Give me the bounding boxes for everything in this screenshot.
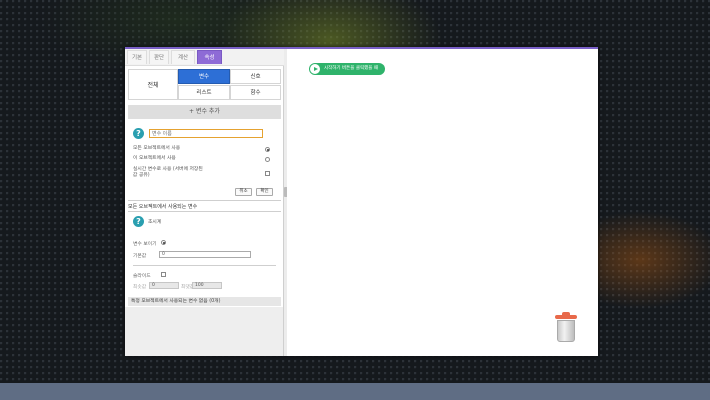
cloud-option-label: 실시간 변수로 사용 (서버에 저장된 값 공유) — [133, 167, 203, 178]
slider-label: 슬라이드 — [133, 274, 151, 279]
scope-this-label: 이 오브젝트에서 사용 — [133, 156, 176, 161]
trash-lid — [555, 315, 577, 319]
category-all[interactable]: 전체 — [128, 69, 178, 100]
tab-bar: 기본 판단 계산 속성 — [125, 49, 284, 66]
trash-can-icon[interactable] — [553, 311, 579, 343]
taskbar — [0, 383, 710, 400]
category-variable[interactable]: 변수 — [178, 69, 230, 84]
play-icon — [310, 64, 320, 74]
cancel-button[interactable]: 취소 — [235, 188, 252, 196]
confirm-button[interactable]: 확인 — [256, 188, 273, 196]
cloud-checkbox[interactable] — [265, 171, 270, 176]
slider-min-label: 최솟값 — [133, 285, 147, 290]
category-list[interactable]: 리스트 — [178, 85, 230, 100]
tab-basic[interactable]: 기본 — [127, 50, 147, 64]
show-variable-radio[interactable] — [161, 240, 166, 245]
help-icon: ? — [133, 216, 144, 227]
slider-max-field[interactable]: 100 — [192, 282, 222, 289]
help-icon: ? — [133, 128, 144, 139]
category-selector: 전체 변수 신호 리스트 함수 — [128, 69, 281, 101]
editor-window: 기본 판단 계산 속성 전체 변수 신호 리스트 함수 + 변수 추가 ? 모든… — [125, 47, 598, 356]
code-canvas[interactable]: 시작하기 버튼을 클릭했을 때 — [287, 49, 598, 356]
slider-min-field[interactable]: 0 — [149, 282, 179, 289]
divider — [128, 211, 281, 212]
scope-all-label: 모든 오브젝트에서 사용 — [133, 146, 181, 151]
category-signal[interactable]: 신호 — [230, 69, 281, 84]
start-block[interactable]: 시작하기 버튼을 클릭했을 때 — [309, 63, 385, 75]
default-value-field[interactable]: 0 — [159, 251, 251, 258]
tab-judge[interactable]: 판단 — [149, 50, 169, 64]
global-variables-label: 모든 오브젝트에서 사용되는 변수 — [128, 204, 198, 210]
category-function[interactable]: 함수 — [230, 85, 281, 100]
add-variable-button[interactable]: + 변수 추가 — [128, 105, 281, 119]
show-variable-label: 변수 보이기 — [133, 242, 157, 247]
tab-property[interactable]: 속성 — [197, 50, 222, 64]
tab-calc[interactable]: 계산 — [171, 50, 195, 64]
variable-name-input[interactable] — [149, 129, 263, 138]
block-panel: 기본 판단 계산 속성 전체 변수 신호 리스트 함수 + 변수 추가 ? 모든… — [125, 49, 284, 356]
variable-item-name[interactable]: 초시계 — [148, 218, 161, 225]
panel-empty-area — [125, 307, 283, 356]
divider — [133, 265, 276, 266]
start-block-label: 시작하기 버튼을 클릭했을 때 — [324, 66, 378, 71]
default-value-label: 기본값 — [133, 254, 147, 259]
scope-all-radio[interactable] — [265, 147, 270, 152]
divider — [128, 200, 281, 201]
local-variables-label: 특정 오브젝트에서 사용되는 변수 없음 (0개) — [128, 297, 281, 306]
slider-checkbox[interactable] — [161, 272, 166, 277]
scope-this-radio[interactable] — [265, 157, 270, 162]
trash-body — [557, 320, 575, 342]
